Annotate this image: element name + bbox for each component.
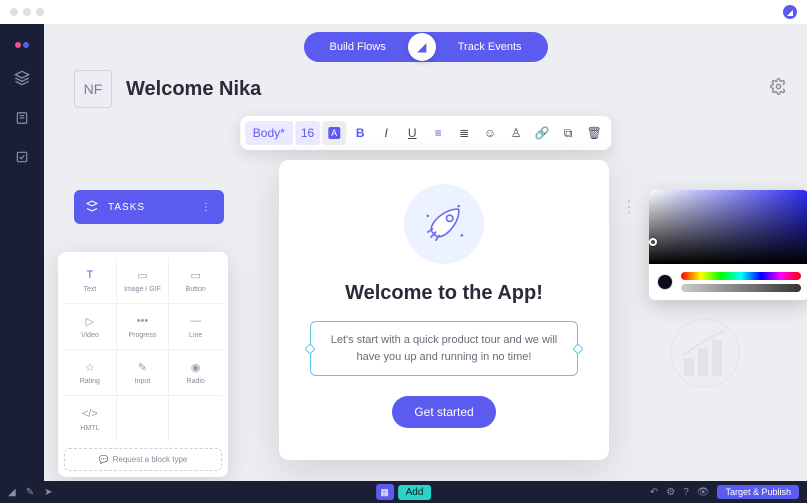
publish-button[interactable]: Target & Publish [717,485,799,499]
layers-icon[interactable] [14,70,30,89]
page-header: NF Welcome Nika [74,70,787,108]
window-chrome: ◢ [0,0,807,24]
help-icon[interactable]: ? [683,487,689,498]
image-icon: ▭ [135,268,149,282]
left-sidebar [0,24,44,481]
document-icon[interactable] [15,111,29,128]
page-title: Welcome Nika [126,78,261,101]
emoji-icon[interactable]: ☺ [478,121,502,145]
add-button[interactable]: Add [398,485,432,500]
settings-icon[interactable]: ⚙ [666,487,675,498]
star-icon: ☆ [83,360,97,374]
modal-body-text: Let's start with a quick product tour an… [331,334,557,363]
modal-title: Welcome to the App! [345,282,543,305]
undo-icon[interactable]: ↶ [650,487,658,498]
task-card[interactable]: TASKS ⋮ [74,190,224,224]
bold-icon[interactable]: B [348,121,372,145]
block-empty [169,396,222,442]
underline-icon[interactable]: U [400,121,424,145]
list-icon[interactable]: ≣ [452,121,476,145]
progress-icon: ••• [135,314,149,328]
block-picker-panel: TText ▭Image / GIF ▭Button ▷Video •••Pro… [58,252,228,477]
rocket-icon [404,184,484,264]
max-dot[interactable] [36,8,44,16]
brand-badge-icon: ◢ [783,5,797,19]
min-dot[interactable] [23,8,31,16]
block-rating[interactable]: ☆Rating [64,350,117,396]
block-radio[interactable]: ◉Radio [169,350,222,396]
font-style-select[interactable]: Body* [245,121,293,145]
close-dot[interactable] [10,8,18,16]
get-started-button[interactable]: Get started [392,396,495,428]
color-controls [649,264,807,300]
pencil-icon: ✎ [135,360,149,374]
bar-chart-icon [660,318,750,388]
color-cursor[interactable] [649,238,657,246]
block-text[interactable]: TText [64,258,117,304]
block-video[interactable]: ▷Video [64,304,117,350]
block-progress[interactable]: •••Progress [117,304,170,350]
chat-icon: 💬 [99,455,109,464]
text-color-icon[interactable]: A [322,121,346,145]
gear-icon[interactable] [770,78,787,100]
layers-icon [86,200,98,215]
request-block-button[interactable]: 💬 Request a block type [64,448,222,471]
text-toolbar: Body* 16 A B I U ≡ ≣ ☺ ♙ 🔗 ⧉ 🗑 [240,116,611,150]
button-icon: ▭ [189,268,203,282]
ghost-card-menu[interactable]: ⋮ [609,190,649,224]
block-html[interactable]: </>HMTL [64,396,117,442]
preview-icon[interactable]: 👁 [697,487,710,498]
delete-icon[interactable]: 🗑 [582,121,606,145]
kebab-icon[interactable]: ⋮ [201,202,212,213]
hue-slider[interactable] [681,272,801,280]
tab-build-flows[interactable]: Build Flows [307,41,407,53]
block-input[interactable]: ✎Input [117,350,170,396]
alpha-slider[interactable] [681,284,801,292]
link-icon[interactable]: 🔗 [530,121,554,145]
logo-dots-icon[interactable] [15,42,29,48]
block-button[interactable]: ▭Button [169,258,222,304]
send-icon[interactable]: ➤ [44,487,52,498]
persona-icon[interactable]: ♙ [504,121,528,145]
edit-icon[interactable]: ✎ [26,487,34,498]
font-size-input[interactable]: 16 [295,121,320,145]
text-icon: T [83,268,97,282]
mode-center-icon[interactable]: ◢ [408,33,436,61]
mode-switcher: Build Flows ◢ Track Events [303,32,547,62]
cursor-icon[interactable]: ◢ [8,487,16,498]
resize-handle-left[interactable] [304,343,315,354]
block-image[interactable]: ▭Image / GIF [117,258,170,304]
block-empty [117,396,170,442]
block-line[interactable]: —Line [169,304,222,350]
block-grid: TText ▭Image / GIF ▭Button ▷Video •••Pro… [64,258,222,442]
color-picker [649,190,807,300]
line-icon: — [189,314,203,328]
tab-track-events[interactable]: Track Events [436,41,544,53]
modal-body-editable[interactable]: Let's start with a quick product tour an… [310,321,578,376]
italic-icon[interactable]: I [374,121,398,145]
avatar: NF [74,70,112,108]
current-color-swatch [657,274,673,290]
checklist-icon[interactable] [15,150,29,167]
code-icon: </> [83,407,97,421]
bottom-bar: ◢ ✎ ➤ ▦ Add ↶ ⚙ ? 👁 Target & Publish [0,481,807,503]
slides-icon[interactable]: ▦ [376,484,394,500]
radio-icon: ◉ [189,360,203,374]
welcome-modal: Welcome to the App! Let's start with a q… [279,160,609,460]
editor-canvas: Build Flows ◢ Track Events NF Welcome Ni… [44,24,807,481]
color-gradient-area[interactable] [649,190,807,264]
align-icon[interactable]: ≡ [426,121,450,145]
video-icon: ▷ [83,314,97,328]
task-card-label: TASKS [108,202,145,213]
traffic-lights [10,8,44,16]
copy-icon[interactable]: ⧉ [556,121,580,145]
resize-handle-right[interactable] [572,343,583,354]
